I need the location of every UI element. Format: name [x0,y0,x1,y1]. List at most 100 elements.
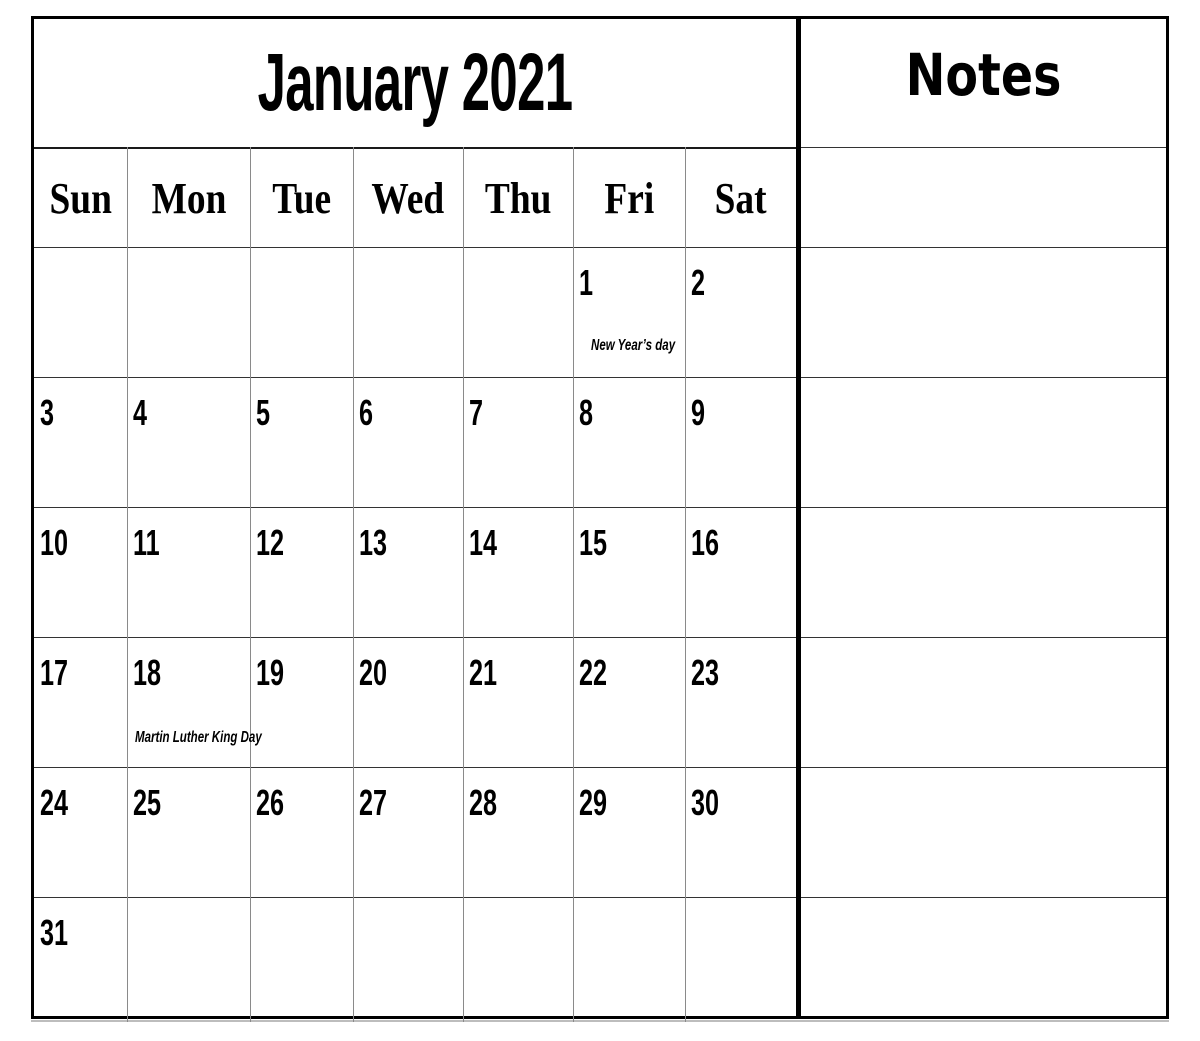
day-cell[interactable]: 12 [250,507,353,637]
note-line[interactable] [801,768,1166,897]
calendar-notes-divider [796,16,801,1019]
day-number: 13 [359,522,388,563]
day-number: 16 [691,522,720,563]
weekday-label: Tue [272,173,331,223]
weekday-label: Wed [371,173,445,223]
day-number: 17 [40,652,69,693]
holiday-label: New Year’s day [591,337,676,354]
day-cell[interactable]: 10 [34,507,127,637]
weekday-header-sun: Sun [34,149,127,247]
note-line[interactable] [801,248,1166,377]
day-number: 5 [256,392,271,433]
weekday-label: Mon [151,173,226,223]
day-cell[interactable]: 31 [34,897,127,1017]
day-number: 7 [469,392,484,433]
weekday-header-thu: Thu [463,149,573,247]
day-number: 31 [40,912,69,953]
day-number: 6 [359,392,374,433]
day-number: 28 [469,782,498,823]
weekday-header-tue: Tue [250,149,353,247]
day-cell[interactable]: 2 [685,247,796,377]
day-cell[interactable]: 7 [463,377,573,507]
day-cell[interactable]: 29 [573,767,685,897]
day-cell[interactable]: 26 [250,767,353,897]
day-cell[interactable]: 16 [685,507,796,637]
weekday-header-mon: Mon [127,149,250,247]
frame-shadow [31,1020,1169,1022]
weekday-header-fri: Fri [573,149,685,247]
day-cell[interactable]: 23 [685,637,796,767]
empty-day-cell [685,897,796,1017]
weekday-header-sat: Sat [685,149,796,247]
day-number: 23 [691,652,720,693]
day-cell[interactable]: 6 [353,377,463,507]
note-line[interactable] [801,148,1166,247]
day-cell[interactable]: 21 [463,637,573,767]
day-number: 10 [40,522,69,563]
day-cell[interactable]: 18 Martin Luther King Day [127,637,262,767]
day-cell[interactable]: 4 [127,377,250,507]
day-number: 19 [256,652,285,693]
day-cell[interactable]: 28 [463,767,573,897]
day-number: 22 [579,652,608,693]
day-number: 3 [40,392,55,433]
notes-title: Notes [905,41,1062,109]
day-cell[interactable]: 22 [573,637,685,767]
weekday-label: Sat [714,173,767,223]
day-number: 24 [40,782,69,823]
day-cell[interactable]: 13 [353,507,463,637]
holiday-label: Martin Luther King Day [135,729,262,746]
day-number: 20 [359,652,388,693]
day-cell[interactable]: 20 [353,637,463,767]
day-cell[interactable]: 14 [463,507,573,637]
day-number: 11 [133,522,160,563]
empty-day-cell [250,897,353,1017]
day-number: 1 [579,262,594,303]
day-cell[interactable]: 24 [34,767,127,897]
day-cell[interactable]: 15 [573,507,685,637]
weekday-label: Sun [49,173,112,223]
day-cell[interactable]: 19 [250,637,353,767]
empty-day-cell [463,247,573,377]
empty-day-cell [127,897,250,1017]
empty-day-cell [127,247,250,377]
day-cell[interactable]: 30 [685,767,796,897]
weekday-label: Fri [604,173,654,223]
weekday-label: Thu [484,173,552,223]
day-cell[interactable]: 11 [127,507,250,637]
note-line[interactable] [801,508,1166,637]
day-number: 4 [133,392,148,433]
day-cell[interactable]: 9 [685,377,796,507]
note-line[interactable] [801,898,1166,1017]
day-number: 8 [579,392,594,433]
day-number: 14 [469,522,498,563]
day-number: 2 [691,262,706,303]
day-cell[interactable]: 17 [34,637,127,767]
day-number: 18 [133,652,162,693]
day-number: 29 [579,782,608,823]
empty-day-cell [353,897,463,1017]
empty-day-cell [34,247,127,377]
empty-day-cell [353,247,463,377]
day-number: 21 [469,652,498,693]
empty-day-cell [573,897,685,1017]
month-title: January 2021 [257,37,573,128]
day-cell[interactable]: 5 [250,377,353,507]
day-number: 9 [691,392,706,433]
empty-day-cell [250,247,353,377]
day-cell[interactable]: 3 [34,377,127,507]
day-number: 12 [256,522,285,563]
day-number: 27 [359,782,388,823]
day-number: 30 [691,782,720,823]
day-cell[interactable]: 8 [573,377,685,507]
weekday-header-wed: Wed [353,149,463,247]
day-cell[interactable]: 1 New Year’s day [573,247,685,377]
day-number: 26 [256,782,285,823]
empty-day-cell [463,897,573,1017]
day-number: 25 [133,782,162,823]
day-cell[interactable]: 27 [353,767,463,897]
day-number: 15 [579,522,608,563]
note-line[interactable] [801,638,1166,767]
note-line[interactable] [801,378,1166,507]
day-cell[interactable]: 25 [127,767,250,897]
